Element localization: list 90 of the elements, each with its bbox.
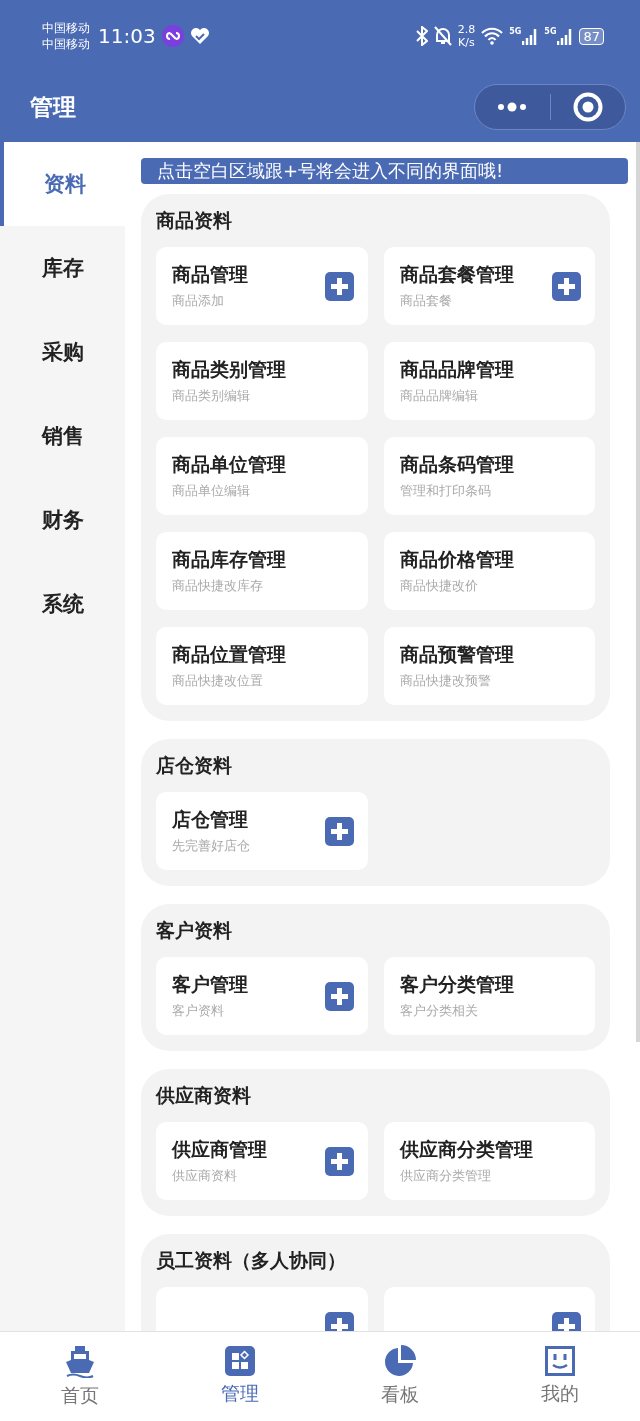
menu-card[interactable]: 商品单位管理 商品单位编辑 xyxy=(156,437,368,515)
card-subtitle: 商品快捷改预警 xyxy=(399,672,492,690)
link-icon xyxy=(161,25,184,47)
grid-icon xyxy=(225,1346,255,1376)
card-title: 商品价格管理 xyxy=(399,547,515,572)
signal-icon xyxy=(522,27,539,45)
menu-card[interactable]: 商品库存管理 商品快捷改库存 xyxy=(156,532,368,610)
plus-icon[interactable] xyxy=(324,981,354,1011)
menu-card[interactable]: 店仓管理 先完善好店仓 xyxy=(156,792,368,870)
card-title: 供应商管理 xyxy=(172,1137,268,1162)
network-type: 5G xyxy=(509,27,522,36)
plus-icon[interactable] xyxy=(324,271,354,301)
menu-card[interactable]: 商品位置管理 商品快捷改位置 xyxy=(156,627,368,705)
card-subtitle: 商品品牌编辑 xyxy=(399,387,479,405)
sidebar-item[interactable]: 财务 xyxy=(0,478,125,562)
plus-icon[interactable] xyxy=(324,816,354,846)
card-subtitle: 商品快捷改库存 xyxy=(172,577,264,595)
card-title: 商品管理 xyxy=(172,262,249,287)
sidebar-item[interactable]: 资料 xyxy=(0,142,125,226)
card-subtitle: 商品类别编辑 xyxy=(172,387,251,405)
card-subtitle: 供应商资料 xyxy=(172,1167,238,1185)
menu-card[interactable]: 商品类别管理 商品类别编辑 xyxy=(156,342,368,420)
muted-bell-icon xyxy=(433,26,452,46)
signal-icon xyxy=(557,27,574,45)
ship-icon xyxy=(63,1344,97,1378)
card-title: 店仓管理 xyxy=(172,807,249,832)
tab-item[interactable]: 管理 xyxy=(160,1332,320,1421)
speed-value: 2.8 xyxy=(457,23,476,36)
card-title: 商品套餐管理 xyxy=(399,262,515,287)
speed-unit: K/s xyxy=(458,36,475,49)
heart-icon xyxy=(189,27,210,45)
bluetooth-icon xyxy=(415,26,428,46)
tab-item[interactable]: 我的 xyxy=(480,1332,640,1421)
section-title: 商品资料 xyxy=(156,208,233,233)
section-title: 员工资料（多人协同） xyxy=(156,1248,347,1273)
smiley-icon xyxy=(545,1346,575,1376)
carrier-name: 中国移动 xyxy=(42,20,90,36)
page-title: 管理 xyxy=(30,92,77,122)
menu-card[interactable]: 商品管理 商品添加 xyxy=(156,247,368,325)
menu-card[interactable]: 商品套餐管理 商品套餐 xyxy=(383,247,595,325)
section-title: 供应商资料 xyxy=(156,1083,252,1108)
card-subtitle: 商品套餐 xyxy=(399,292,453,310)
card-title: 商品库存管理 xyxy=(172,547,287,572)
sidebar-item[interactable]: 销售 xyxy=(0,394,125,478)
card-subtitle: 商品添加 xyxy=(172,292,225,310)
card-subtitle: 供应商分类管理 xyxy=(399,1167,492,1185)
plus-icon[interactable] xyxy=(324,1146,354,1176)
plus-icon[interactable] xyxy=(324,1311,354,1332)
card-subtitle: 客户资料 xyxy=(172,1002,225,1020)
sidebar-item[interactable]: 系统 xyxy=(0,562,125,646)
hint-banner: 点击空白区域跟+号将会进入不同的界面哦! xyxy=(141,158,628,184)
menu-card[interactable]: 商品品牌管理 商品品牌编辑 xyxy=(383,342,595,420)
more-icon[interactable] xyxy=(497,102,528,112)
tab-item[interactable]: 首页 xyxy=(0,1332,160,1421)
network-type: 5G xyxy=(544,27,557,36)
menu-card[interactable]: 客户管理 客户资料 xyxy=(156,957,368,1035)
menu-card[interactable]: 供应商分类管理 供应商分类管理 xyxy=(383,1122,595,1200)
tab-item[interactable]: 看板 xyxy=(320,1332,480,1421)
close-target-icon[interactable] xyxy=(572,92,603,122)
sidebar-item[interactable]: 库存 xyxy=(0,226,125,310)
card-subtitle: 商品快捷改位置 xyxy=(172,672,264,690)
card-title: 客户分类管理 xyxy=(399,972,515,997)
menu-card[interactable]: 商品预警管理 商品快捷改预警 xyxy=(383,627,595,705)
card-title: 供应商分类管理 xyxy=(399,1137,534,1162)
menu-card[interactable]: 商品价格管理 商品快捷改价 xyxy=(383,532,595,610)
card-title: 商品预警管理 xyxy=(399,642,515,667)
card-subtitle: 客户分类相关 xyxy=(399,1002,479,1020)
pie-chart-icon xyxy=(384,1345,416,1377)
card-subtitle: 先完善好店仓 xyxy=(172,837,251,855)
section-title: 客户资料 xyxy=(156,918,233,943)
card-subtitle: 商品快捷改价 xyxy=(399,577,479,595)
card-title: 商品单位管理 xyxy=(172,452,287,477)
sidebar-item[interactable]: 采购 xyxy=(0,310,125,394)
wifi-icon xyxy=(481,27,504,45)
menu-card[interactable]: 商品条码管理 管理和打印条码 xyxy=(383,437,595,515)
clock-time: 11:03 xyxy=(98,24,156,48)
card-title: 客户管理 xyxy=(172,972,249,997)
plus-icon[interactable] xyxy=(552,1311,581,1332)
card-title: 商品品牌管理 xyxy=(399,357,515,382)
battery-level: 87 xyxy=(579,27,604,45)
carrier-name: 中国移动 xyxy=(42,36,90,52)
card-subtitle: 商品单位编辑 xyxy=(172,482,251,500)
card-title: 商品条码管理 xyxy=(399,452,515,477)
menu-card[interactable]: 供应商管理 供应商资料 xyxy=(156,1122,368,1200)
menu-card[interactable]: 客户分类管理 客户分类相关 xyxy=(383,957,595,1035)
card-title: 商品类别管理 xyxy=(172,357,287,382)
plus-icon[interactable] xyxy=(552,271,581,301)
card-subtitle: 管理和打印条码 xyxy=(399,482,492,500)
section-title: 店仓资料 xyxy=(156,753,233,778)
card-title: 商品位置管理 xyxy=(172,642,287,667)
